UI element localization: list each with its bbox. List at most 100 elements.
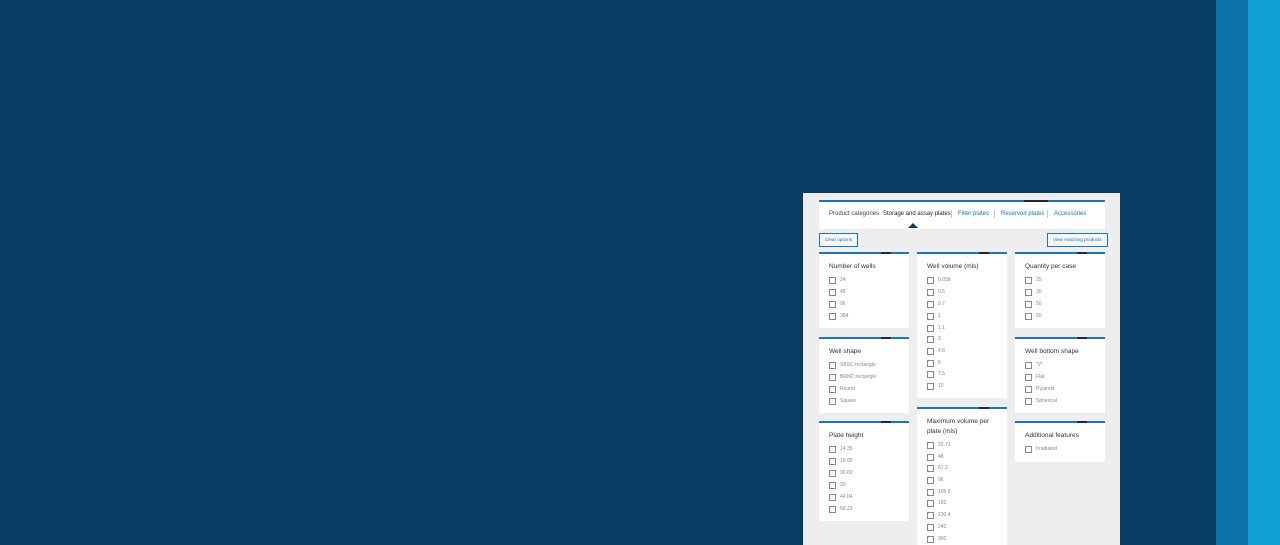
- filter-option[interactable]: 4.8: [927, 348, 945, 356]
- checkbox[interactable]: [1025, 313, 1032, 320]
- decorative-stripe-light: [1248, 0, 1280, 545]
- filter-option[interactable]: 22.72: [927, 442, 951, 450]
- filter-option[interactable]: 58.33: [829, 506, 853, 514]
- clear-options-button[interactable]: Clear options: [819, 233, 859, 247]
- filter-option[interactable]: 48: [927, 454, 944, 462]
- checkbox[interactable]: [927, 289, 934, 296]
- checkbox[interactable]: [1025, 289, 1032, 296]
- checkbox[interactable]: [927, 336, 934, 343]
- filter-option[interactable]: 7.5: [927, 371, 945, 379]
- checkbox[interactable]: [1025, 446, 1032, 453]
- tab-separator: [951, 210, 952, 218]
- filter-option[interactable]: Pyramid: [1025, 386, 1054, 394]
- filter-option[interactable]: 0.058: [927, 277, 951, 285]
- checkbox[interactable]: [1025, 374, 1032, 381]
- filter-title: Quantity per case: [1025, 263, 1076, 270]
- checkbox[interactable]: [829, 277, 836, 284]
- filter-plate-height: Plate height 14.35 19.05 30.60 32 44.04 …: [819, 421, 909, 521]
- filter-additional-features: Additional features Irradiated: [1015, 421, 1105, 462]
- filter-option[interactable]: 25: [1025, 277, 1042, 285]
- filter-option[interactable]: 96: [927, 477, 944, 485]
- filter-option[interactable]: 2: [927, 336, 941, 344]
- checkbox[interactable]: [829, 458, 836, 465]
- checkbox[interactable]: [829, 470, 836, 477]
- checkbox[interactable]: [927, 313, 934, 320]
- checkbox[interactable]: [829, 506, 836, 513]
- card-accent: [1077, 337, 1087, 339]
- checkbox[interactable]: [829, 362, 836, 369]
- filter-option[interactable]: 384: [829, 313, 848, 321]
- checkbox[interactable]: [829, 301, 836, 308]
- checkbox[interactable]: [829, 494, 836, 501]
- filter-option[interactable]: SBSC rectangle: [829, 362, 876, 370]
- filter-option[interactable]: 96: [829, 301, 846, 309]
- checkbox[interactable]: [927, 454, 934, 461]
- checkbox[interactable]: [927, 277, 934, 284]
- filter-option[interactable]: 32: [829, 482, 846, 490]
- filter-option[interactable]: 192: [927, 500, 946, 508]
- checkbox[interactable]: [1025, 398, 1032, 405]
- tab-storage-and-assay-plates[interactable]: Storage and assay plates: [883, 211, 951, 217]
- checkbox[interactable]: [829, 374, 836, 381]
- filter-option[interactable]: 240: [927, 524, 946, 532]
- filter-option[interactable]: 48: [829, 289, 846, 297]
- filter-option[interactable]: 5: [927, 360, 941, 368]
- filter-option[interactable]: 30.60: [829, 470, 853, 478]
- view-matching-products-button[interactable]: View matching products: [1047, 233, 1108, 247]
- checkbox[interactable]: [927, 301, 934, 308]
- filter-option[interactable]: 14.35: [829, 446, 853, 454]
- filter-option[interactable]: Spherical: [1025, 398, 1057, 406]
- filter-option[interactable]: 44.04: [829, 494, 853, 502]
- checkbox[interactable]: [927, 371, 934, 378]
- filter-option[interactable]: 1: [927, 313, 941, 321]
- filter-option[interactable]: 360: [927, 536, 946, 544]
- filter-option[interactable]: 67.2: [927, 465, 948, 473]
- checkbox[interactable]: [927, 465, 934, 472]
- filter-option[interactable]: Square: [829, 398, 856, 406]
- checkbox[interactable]: [1025, 301, 1032, 308]
- filter-title: Well volume (mls): [927, 263, 979, 270]
- filter-option[interactable]: BRNC rectangle: [829, 374, 876, 382]
- filter-option[interactable]: Round: [829, 386, 855, 394]
- filter-option[interactable]: 230.4: [927, 512, 951, 520]
- checkbox[interactable]: [927, 383, 934, 390]
- checkbox[interactable]: [829, 313, 836, 320]
- tab-filter-plates[interactable]: Filter plates: [958, 211, 989, 217]
- filter-option[interactable]: Irradiated: [1025, 446, 1057, 454]
- filter-option[interactable]: 1.1: [927, 325, 945, 333]
- filter-option[interactable]: 10: [927, 383, 944, 391]
- checkbox[interactable]: [927, 360, 934, 367]
- filter-option[interactable]: 30: [1025, 289, 1042, 297]
- filter-option[interactable]: 0.5: [927, 289, 945, 297]
- checkbox[interactable]: [927, 489, 934, 496]
- filter-option[interactable]: 0.7: [927, 301, 945, 309]
- checkbox[interactable]: [927, 442, 934, 449]
- filter-quantity-per-case: Quantity per case 25 30 50 60: [1015, 252, 1105, 328]
- filter-option[interactable]: 60: [1025, 313, 1042, 321]
- checkbox[interactable]: [1025, 277, 1032, 284]
- checkbox[interactable]: [927, 500, 934, 507]
- checkbox[interactable]: [829, 289, 836, 296]
- checkbox[interactable]: [927, 325, 934, 332]
- checkbox[interactable]: [1025, 362, 1032, 369]
- checkbox[interactable]: [927, 348, 934, 355]
- filter-title: Well bottom shape: [1025, 348, 1079, 355]
- filter-option[interactable]: 50: [1025, 301, 1042, 309]
- checkbox[interactable]: [829, 398, 836, 405]
- filter-option[interactable]: 105.6: [927, 489, 951, 497]
- checkbox[interactable]: [829, 386, 836, 393]
- checkbox[interactable]: [927, 477, 934, 484]
- checkbox[interactable]: [829, 446, 836, 453]
- filter-option[interactable]: Flat: [1025, 374, 1044, 382]
- tab-reservoir-plates[interactable]: Reservoir plates: [1001, 211, 1044, 217]
- tabs-label: Product categories: [829, 211, 880, 217]
- checkbox[interactable]: [927, 524, 934, 531]
- checkbox[interactable]: [927, 536, 934, 543]
- filter-option[interactable]: 19.05: [829, 458, 853, 466]
- checkbox[interactable]: [1025, 386, 1032, 393]
- checkbox[interactable]: [829, 482, 836, 489]
- filter-option[interactable]: 24: [829, 277, 846, 285]
- tab-accessories[interactable]: Accessories: [1054, 211, 1086, 217]
- checkbox[interactable]: [927, 512, 934, 519]
- filter-option[interactable]: "V": [1025, 362, 1043, 370]
